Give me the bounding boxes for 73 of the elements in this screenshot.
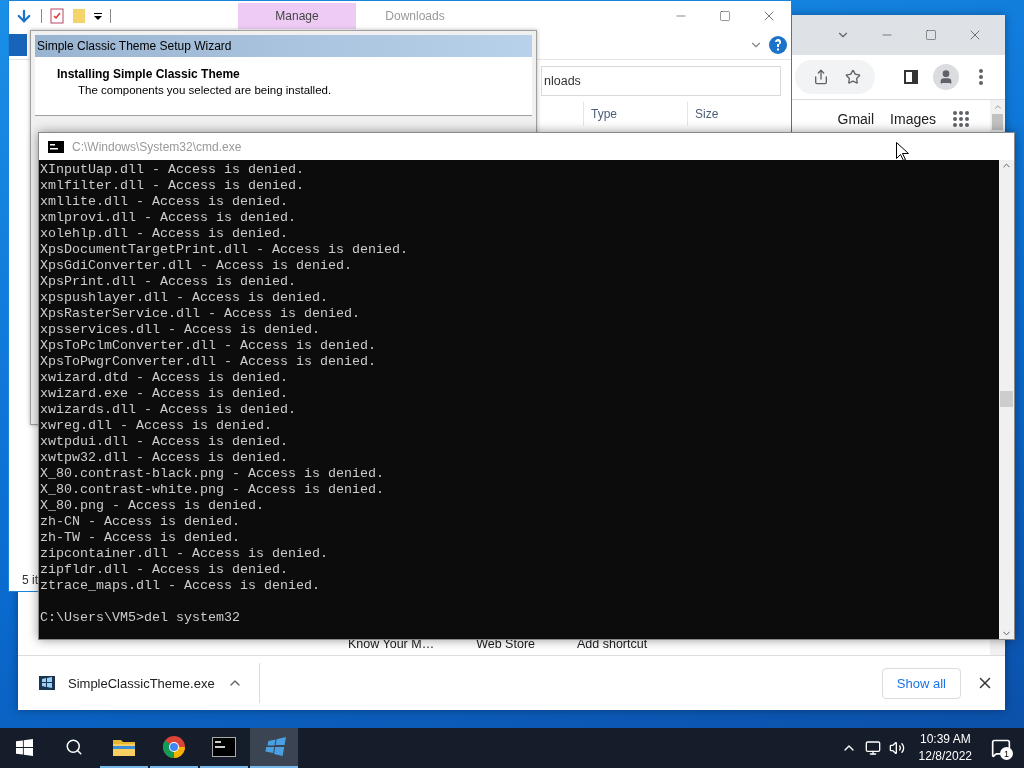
message-icon bbox=[991, 738, 1011, 758]
console-line: xwtpw32.dll - Access is denied. bbox=[40, 450, 289, 466]
clock[interactable]: 10:39 AM 12/8/2022 bbox=[912, 731, 978, 765]
console-line: XpsDocumentTargetPrint.dll - Access is denied. bbox=[40, 242, 409, 258]
console-line: xwreg.dll - Access is denied. bbox=[40, 418, 273, 434]
wizard-heading: Installing Simple Classic Theme bbox=[57, 67, 241, 81]
star-icon bbox=[845, 69, 861, 85]
setup-icon bbox=[262, 737, 286, 757]
console-line: xmlfilter.dll - Access is denied. bbox=[40, 178, 305, 194]
console-line: xwizards.dll - Access is denied. bbox=[40, 402, 297, 418]
console-line: xpsservices.dll - Access is denied. bbox=[40, 322, 321, 338]
console-line: zh-CN - Access is denied. bbox=[40, 514, 241, 530]
person-icon bbox=[938, 69, 954, 85]
maximize-icon bbox=[719, 10, 731, 22]
volume-icon[interactable] bbox=[888, 740, 905, 756]
window-title: C:\Windows\System32\cmd.exe bbox=[72, 139, 242, 154]
console-line: X_80.contrast-black.png - Access is denied. bbox=[40, 466, 385, 482]
notifications-button[interactable]: 1 bbox=[986, 728, 1016, 768]
wizard-subtitle: The components you selected are being installed. bbox=[77, 84, 333, 96]
network-icon[interactable] bbox=[864, 740, 881, 756]
header-link[interactable]: Gmail bbox=[837, 111, 875, 127]
console-line: xmllite.dll - Access is denied. bbox=[40, 194, 289, 210]
browser-logo-icon bbox=[162, 735, 186, 759]
side-panel-icon bbox=[904, 70, 918, 84]
console-line: zipcontainer.dll - Access is denied. bbox=[40, 546, 329, 562]
download-arrow-icon[interactable] bbox=[15, 7, 33, 25]
column-header[interactable]: Type bbox=[583, 102, 687, 126]
apps-grid-icon[interactable] bbox=[952, 110, 970, 128]
console-line: XpsRasterService.dll - Access is denied. bbox=[40, 306, 361, 322]
folder-icon bbox=[112, 737, 136, 757]
console-line: zh-TW - Access is denied. bbox=[40, 530, 241, 546]
address-bar[interactable]: nloads bbox=[541, 65, 781, 96]
terminal-icon bbox=[48, 140, 64, 153]
notification-count: 1 bbox=[1000, 747, 1013, 760]
search-icon bbox=[65, 738, 83, 756]
address-bar[interactable] bbox=[795, 60, 875, 94]
column-header[interactable]: Size bbox=[687, 102, 791, 126]
console-line: ztrace_maps.dll - Access is denied. bbox=[40, 578, 321, 594]
dropdown-caret-icon[interactable] bbox=[94, 12, 102, 20]
scrollbar-thumb[interactable] bbox=[992, 114, 1003, 130]
window-title: Simple Classic Theme Setup Wizard bbox=[37, 39, 232, 53]
console-line: XpsPrint.dll - Access is denied. bbox=[40, 274, 297, 290]
share-icon bbox=[813, 69, 829, 85]
command-line[interactable]: C:\Users\VM5>del system32 bbox=[40, 610, 999, 626]
status-text: 5 it bbox=[22, 573, 38, 587]
console-line: xpspushlayer.dll - Access is denied. bbox=[40, 290, 329, 306]
console-line: zipfldr.dll - Access is denied. bbox=[40, 562, 289, 578]
console-line: X_80.contrast-white.png - Access is denied. bbox=[40, 482, 385, 498]
console-line: X_80.png - Access is denied. bbox=[40, 498, 265, 514]
help-button[interactable] bbox=[769, 36, 787, 54]
show-all-button[interactable]: Show all bbox=[881, 667, 961, 699]
properties-icon[interactable] bbox=[50, 8, 64, 24]
console-line: xwizard.dtd - Access is denied. bbox=[40, 370, 289, 386]
download-item[interactable]: SimpleClassicTheme.exe bbox=[18, 663, 260, 703]
console-line: XInputUap.dll - Access is denied. bbox=[40, 162, 305, 178]
question-mark-icon bbox=[774, 39, 782, 51]
download-file-name: SimpleClassicTheme.exe bbox=[68, 675, 215, 691]
header-link[interactable]: Images bbox=[890, 111, 936, 127]
scrollbar-thumb[interactable] bbox=[1000, 391, 1013, 407]
console-line: xolehlp.dll - Access is denied. bbox=[40, 226, 289, 242]
console-line: xmlprovi.dll - Access is denied. bbox=[40, 210, 297, 226]
windows-logo-icon bbox=[15, 738, 33, 756]
maximize-icon bbox=[925, 29, 937, 41]
profile-avatar[interactable] bbox=[933, 64, 959, 90]
console-line: XpsToPwgrConverter.dll - Access is denied. bbox=[40, 354, 377, 370]
ribbon-tab[interactable]: Manage bbox=[238, 3, 356, 29]
setup-file-icon bbox=[38, 674, 56, 692]
console-line: XpsGdiConverter.dll - Access is denied. bbox=[40, 258, 353, 274]
console-line: xwtpdui.dll - Access is denied. bbox=[40, 434, 289, 450]
console-line: XpsToPclmConverter.dll - Access is denied. bbox=[40, 338, 377, 354]
console-line: xwizard.exe - Access is denied. bbox=[40, 386, 289, 402]
menu-icon bbox=[979, 69, 983, 85]
terminal-icon bbox=[212, 737, 236, 757]
